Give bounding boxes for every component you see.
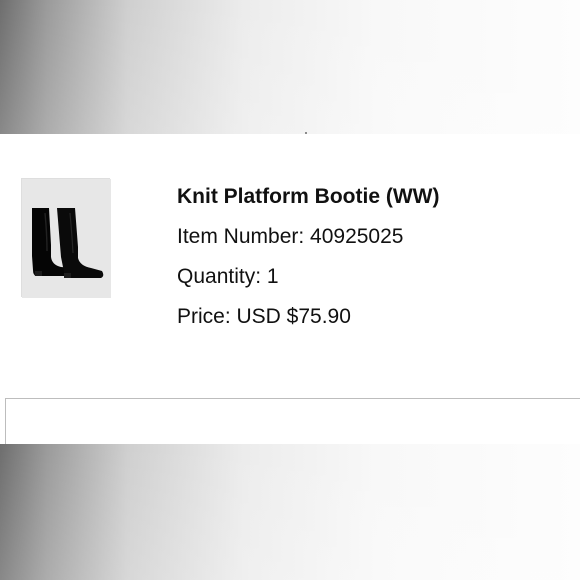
product-name[interactable]: Knit Platform Bootie (WW) xyxy=(177,184,439,210)
price: Price: USD $75.90 xyxy=(177,305,351,328)
item-details: Knit Platform Bootie (WW) Item Number: 4… xyxy=(177,184,439,344)
boots-image xyxy=(22,179,111,298)
item-number: Item Number: 40925025 xyxy=(177,225,404,248)
next-section-box xyxy=(5,398,580,444)
bottom-blurred-background xyxy=(0,444,580,580)
quantity: Quantity: 1 xyxy=(177,265,279,288)
top-blurred-background xyxy=(0,0,580,134)
order-item-card: Knit Platform Bootie (WW) Item Number: 4… xyxy=(0,134,580,444)
product-thumbnail[interactable] xyxy=(21,178,111,298)
screenshot-frame: Knit Platform Bootie (WW) Item Number: 4… xyxy=(0,0,580,580)
